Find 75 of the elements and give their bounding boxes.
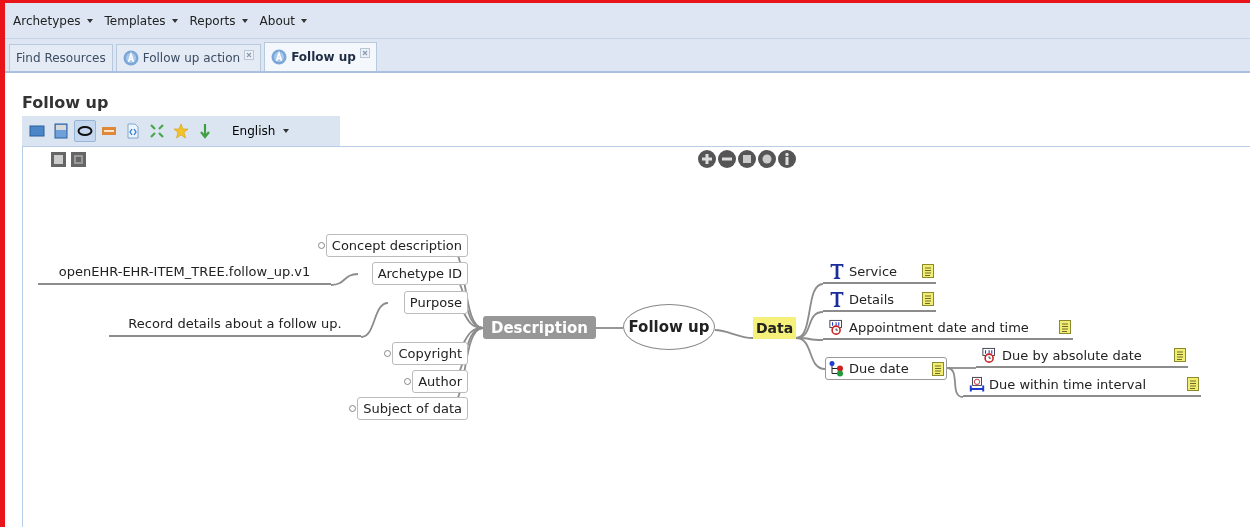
- tree-structure-icon: [829, 360, 845, 377]
- mind-map-node[interactable]: Copyright: [392, 342, 468, 365]
- tab[interactable]: Follow up action: [115, 44, 262, 71]
- toolbar-button[interactable]: [74, 120, 96, 142]
- caret-icon: [171, 18, 178, 23]
- tab[interactable]: Follow up: [264, 42, 377, 71]
- data-element-node[interactable]: Due by absolute date: [976, 344, 1188, 368]
- caret-icon: [283, 129, 290, 133]
- node-value: Record details about a follow up.: [109, 312, 361, 337]
- node-label: Due by absolute date: [1002, 347, 1143, 363]
- tab-label: Follow up: [291, 50, 356, 64]
- mind-map-node[interactable]: Author: [412, 370, 468, 393]
- collapse-handle-icon[interactable]: [404, 378, 412, 385]
- mind-map-node[interactable]: Subject of data: [357, 397, 468, 420]
- caret-icon: [241, 18, 248, 23]
- interval-icon: [969, 375, 985, 393]
- data-node[interactable]: Data: [753, 317, 796, 339]
- mind-map-node[interactable]: Concept description: [325, 234, 468, 257]
- menu-item[interactable]: Archetypes: [9, 13, 97, 28]
- data-element-node[interactable]: Due date: [825, 357, 947, 380]
- node-label: Service: [849, 263, 899, 279]
- node-label: Due date: [849, 361, 910, 376]
- zoom-out-icon[interactable]: [718, 150, 736, 168]
- text-type-icon: [829, 290, 845, 308]
- node-value: openEHR-EHR-ITEM_TREE.follow_up.v1: [38, 260, 331, 285]
- menu-item[interactable]: Templates: [100, 13, 182, 28]
- note-icon[interactable]: [922, 264, 934, 278]
- ellipse-icon: [77, 123, 93, 139]
- zoom-in-icon[interactable]: [698, 150, 716, 168]
- archetype-icon: [271, 49, 288, 65]
- connector-line: [595, 327, 624, 329]
- data-element-node[interactable]: Details: [823, 288, 936, 312]
- connector-line: [330, 273, 359, 286]
- panel-icon: [29, 123, 45, 139]
- circle-icon[interactable]: [758, 150, 776, 168]
- download-icon: [197, 123, 213, 139]
- tab-label: Follow up action: [142, 51, 241, 65]
- archetype-icon: [122, 50, 139, 66]
- close-icon[interactable]: [359, 48, 370, 58]
- caret-icon: [301, 18, 308, 23]
- text-type-icon: [829, 262, 845, 280]
- node-label: Due within time interval: [989, 376, 1147, 392]
- caret-icon: [86, 18, 93, 23]
- calendar-clock-icon: [982, 346, 998, 364]
- star-icon: [173, 123, 189, 139]
- node-label: Appointment date and time: [849, 319, 1030, 335]
- mind-map-node[interactable]: Archetype ID: [371, 262, 468, 285]
- note-icon[interactable]: [1187, 377, 1199, 391]
- collapse-handle-icon[interactable]: [349, 405, 357, 412]
- collapse-handle-icon[interactable]: [317, 242, 325, 249]
- menu-item[interactable]: About: [255, 13, 312, 28]
- expand-icon: [149, 123, 165, 139]
- tab-label: Find Resources: [16, 51, 106, 65]
- collapse-handle-icon[interactable]: [384, 350, 392, 357]
- data-element-node[interactable]: Appointment date and time: [823, 316, 1073, 340]
- note-icon[interactable]: [1174, 348, 1186, 362]
- calendar-clock-icon: [829, 318, 845, 336]
- page-title: Follow up: [22, 93, 110, 114]
- language-dropdown[interactable]: English: [226, 123, 296, 139]
- tab[interactable]: Find Resources: [9, 44, 113, 71]
- data-element-node[interactable]: Due within time interval: [963, 373, 1201, 397]
- close-icon[interactable]: [244, 50, 255, 60]
- code-icon: [125, 123, 141, 139]
- info-icon[interactable]: [778, 150, 796, 168]
- node-label: Details: [849, 291, 896, 307]
- mind-map-node[interactable]: Purpose: [403, 291, 468, 314]
- note-icon[interactable]: [1059, 320, 1071, 334]
- menu-item[interactable]: Reports: [185, 13, 252, 28]
- connector-line: [714, 329, 754, 339]
- document-icon: [53, 123, 69, 139]
- note-icon[interactable]: [922, 292, 934, 306]
- root-node[interactable]: Follow up: [623, 304, 715, 350]
- data-element-node[interactable]: Service: [823, 260, 936, 284]
- note-icon[interactable]: [932, 361, 944, 376]
- connector-line: [360, 302, 389, 338]
